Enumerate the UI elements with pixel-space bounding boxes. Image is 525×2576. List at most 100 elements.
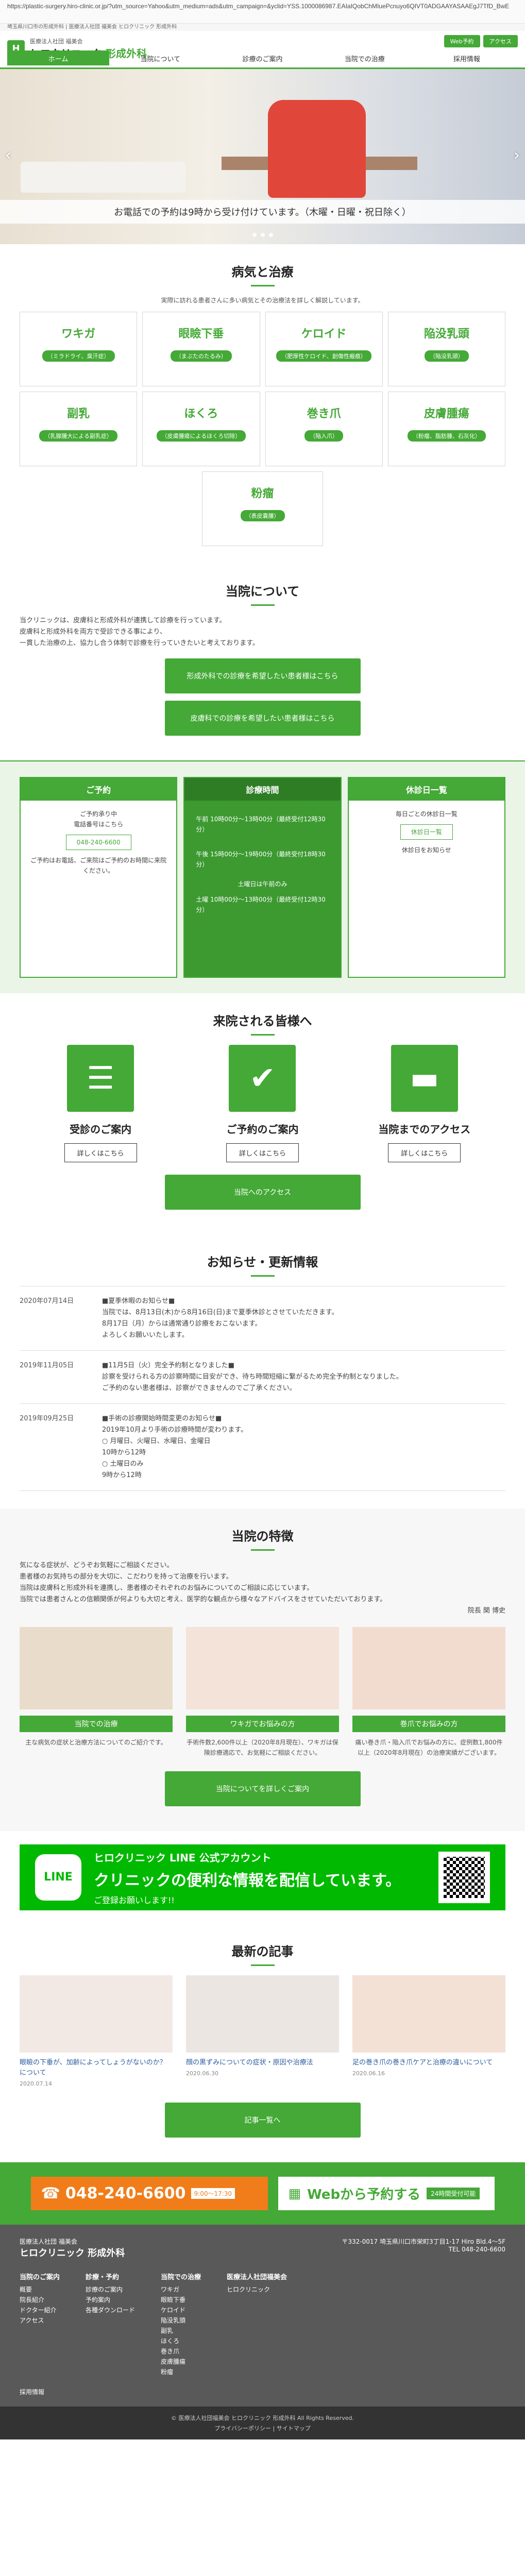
footer-policy-links[interactable]: プライバシーポリシー | サイトマップ bbox=[0, 2424, 525, 2432]
slider-next-icon[interactable]: › bbox=[514, 146, 520, 164]
news-body: ■夏季休暇のお知らせ■ 当院では、8月13日(木)から8月16日(日)まで夏季休… bbox=[102, 1297, 338, 1339]
article-title[interactable]: 足の巻き爪の巻き爪ケアと治療の違いについて bbox=[352, 2058, 505, 2068]
disease-card[interactable]: ケロイド （肥厚性ケロイド、創傷性瘢痕） bbox=[265, 312, 383, 386]
footer-link[interactable]: 院長紹介 bbox=[20, 2295, 60, 2305]
footer-link[interactable]: 副乳 bbox=[161, 2326, 201, 2336]
article-card[interactable]: 顔の黒ずみについての症状・原因や治療法 2020.06.30 bbox=[186, 1975, 339, 2087]
reservation-line: ご予約承り中 bbox=[80, 810, 117, 818]
footer-link[interactable]: 診療のご案内 bbox=[86, 2284, 135, 2295]
footer-recruit-link[interactable]: 採用情報 bbox=[20, 2387, 505, 2396]
footer-link[interactable]: ほくろ bbox=[161, 2336, 201, 2346]
features-paragraph: 当院では患者さんとの信頼関係が何よりも大切と考え、医学的な観点から様々なアドバイ… bbox=[20, 1596, 387, 1603]
reservation-note: ご予約はお電話、ご来院はご予約のお時間に来院ください。 bbox=[30, 857, 167, 874]
about-text: 当クリニックは、皮膚科と形成外科が連携して診療を行っています。 皮膚科と形成外科… bbox=[20, 615, 505, 649]
article-image bbox=[186, 1975, 339, 2053]
visit-detail-button[interactable]: 詳しくはこちら bbox=[64, 1143, 137, 1162]
article-title[interactable]: 顔の黒ずみについての症状・原因や治療法 bbox=[186, 2058, 339, 2068]
footer-link[interactable]: 陥没乳頭 bbox=[161, 2315, 201, 2326]
slider-prev-icon[interactable]: ‹ bbox=[5, 146, 11, 164]
hero-bed-shape bbox=[21, 162, 185, 193]
footer-link[interactable]: ヒロクリニック bbox=[227, 2284, 287, 2295]
line-banner[interactable]: LINE ヒロクリニック LINE 公式アカウント クリニックの便利な情報を配信… bbox=[20, 1844, 505, 1910]
features-section: 当院の特徴 気になる症状が、どうぞお気軽にご相談ください。 患者様のお気持ちの部… bbox=[0, 1509, 525, 1831]
features-author: 院長 関 博史 bbox=[467, 1607, 505, 1615]
nav-home[interactable]: ホーム bbox=[7, 50, 110, 65]
main-nav: ホーム 当院について 診療のご案内 当院での治療 採用情報 bbox=[7, 50, 518, 65]
footer-link[interactable]: 各種ダウンロード bbox=[86, 2305, 135, 2315]
feature-card[interactable]: 当院での治療 主な病気の症状と治療方法についてのご紹介です。 bbox=[20, 1627, 173, 1758]
line-title: ヒロクリニック LINE 公式アカウント bbox=[94, 1851, 272, 1864]
footer-link[interactable]: 粉瘤 bbox=[161, 2367, 201, 2377]
disease-card[interactable]: ほくろ （皮膚腫瘍によるほくろ切除） bbox=[142, 392, 260, 466]
feature-card[interactable]: 巻爪でお悩みの方 痛い巻き爪・陥入爪でお悩みの方に、症例数1,800件以上（20… bbox=[352, 1627, 505, 1758]
article-title[interactable]: 眼瞼の下垂が、加齢によってしょうがないのか？について bbox=[20, 2058, 173, 2078]
info-band: ご予約 ご予約承り中 電話番号はこちら 048-240-6600 ご予約はお電話… bbox=[0, 760, 525, 993]
contact-web[interactable]: ▦ Webから予約する 24時間受付可能 bbox=[278, 2177, 495, 2210]
line-headline: クリニックの便利な情報を配信しています。 bbox=[94, 1871, 401, 1890]
footer-col-head: 当院のご案内 bbox=[20, 2274, 60, 2281]
plastic-surgery-button[interactable]: 形成外科での診療を希望したい患者様はこちら bbox=[164, 658, 361, 693]
nav-treatment[interactable]: 当院での治療 bbox=[314, 50, 416, 65]
features-detail-button[interactable]: 当院についてを詳しくご案内 bbox=[164, 1771, 361, 1806]
feature-caption: ワキガでお悩みの方 bbox=[186, 1716, 339, 1732]
articles-list: 眼瞼の下垂が、加齢によってしょうがないのか？について 2020.07.14 顔の… bbox=[20, 1975, 505, 2087]
footer-link[interactable]: ワキガ bbox=[161, 2284, 201, 2295]
disease-name: 陥没乳頭 bbox=[424, 328, 469, 341]
disease-name: 眼瞼下垂 bbox=[178, 328, 224, 341]
holiday-head: 休診日一覧 bbox=[348, 778, 504, 801]
slider-dot[interactable] bbox=[252, 233, 257, 237]
article-image bbox=[20, 1975, 173, 2053]
feature-card[interactable]: ワキガでお悩みの方 手術件数2,600件以上（2020年8月現在）、ワキガは保険… bbox=[186, 1627, 339, 1758]
footer-link[interactable]: ドクター紹介 bbox=[20, 2305, 60, 2315]
contact-phone[interactable]: ☎ 048-240-6600 9:00〜17:30 bbox=[30, 2177, 268, 2210]
footer-link[interactable]: アクセス bbox=[20, 2315, 60, 2326]
contact-web-label: Webから予約する bbox=[307, 2187, 421, 2202]
access-button[interactable]: アクセス bbox=[483, 35, 518, 47]
news-item: 2019年11月05日 ■11月5日（火）完全予約制となりました■ 診察を受けられ… bbox=[20, 1351, 505, 1404]
browser-url[interactable]: https://plastic-surgery.hiro-clinic.or.j… bbox=[0, 0, 525, 24]
article-list-button[interactable]: 記事一覧へ bbox=[164, 2103, 361, 2138]
reservation-line: 電話番号はこちら bbox=[74, 821, 124, 828]
disease-card[interactable]: 陥没乳頭 （陥没乳頭） bbox=[387, 312, 505, 386]
site-footer: 医療法人社団 福美会 ヒロクリニック 形成外科 〒332-0017 埼玉県川口市… bbox=[0, 2225, 525, 2406]
disease-card[interactable]: 粉瘤 （表皮嚢腫） bbox=[201, 471, 324, 546]
disease-card[interactable]: 眼瞼下垂 （まぶたのたるみ） bbox=[142, 312, 260, 386]
reservation-body: ご予約承り中 電話番号はこちら 048-240-6600 ご予約はお電話、ご来院… bbox=[21, 801, 176, 884]
nav-about[interactable]: 当院について bbox=[109, 50, 211, 65]
article-card[interactable]: 眼瞼の下垂が、加齢によってしょうがないのか？について 2020.07.14 bbox=[20, 1975, 173, 2087]
disease-card[interactable]: 巻き爪 （陥入爪） bbox=[265, 392, 383, 466]
visit-detail-button[interactable]: 詳しくはこちら bbox=[388, 1143, 461, 1162]
footer-link[interactable]: 概要 bbox=[20, 2284, 60, 2295]
nav-recruit[interactable]: 採用情報 bbox=[416, 50, 518, 65]
news-date: 2019年09月25日 bbox=[20, 1415, 74, 1422]
phone-link[interactable]: 048-240-6600 bbox=[65, 835, 131, 850]
web-reserve-button[interactable]: Web予約 bbox=[444, 35, 480, 47]
phone-icon: ☎ bbox=[41, 2184, 60, 2202]
holiday-button[interactable]: 休診日一覧 bbox=[400, 824, 453, 840]
footer-col: 診療・予約 診療のご案内 予約案内 各種ダウンロード bbox=[86, 2272, 135, 2377]
reserve-icon: ✔ bbox=[229, 1045, 296, 1112]
footer-col: 当院での治療 ワキガ 眼瞼下垂 ケロイド 陥没乳頭 副乳 ほくろ 巻き爪 皮膚腫… bbox=[161, 2272, 201, 2377]
visit-detail-button[interactable]: 詳しくはこちら bbox=[226, 1143, 299, 1162]
line-logo-icon: LINE bbox=[35, 1854, 81, 1901]
slider-dot[interactable] bbox=[268, 233, 273, 237]
slider-dots bbox=[0, 231, 525, 239]
nav-guide[interactable]: 診療のご案内 bbox=[211, 50, 313, 65]
footer-col: 当院のご案内 概要 院長紹介 ドクター紹介 アクセス bbox=[20, 2272, 60, 2377]
disease-card[interactable]: 皮膚腫瘍 （粉瘤、脂肪腫、石灰化） bbox=[387, 392, 505, 466]
footer-link[interactable]: 皮膚腫瘍 bbox=[161, 2357, 201, 2367]
disease-card[interactable]: ワキガ （ミラドライ、臭汗症） bbox=[20, 312, 138, 386]
footer-link[interactable]: 眼瞼下垂 bbox=[161, 2295, 201, 2305]
hours-afternoon: 午後 15時00分〜19時00分（最終受付18時30分） bbox=[193, 844, 332, 875]
article-card[interactable]: 足の巻き爪の巻き爪ケアと治療の違いについて 2020.06.16 bbox=[352, 1975, 505, 2087]
slider-dot[interactable] bbox=[260, 233, 265, 237]
disease-tag: （陥入爪） bbox=[304, 430, 344, 442]
footer-link[interactable]: 巻き爪 bbox=[161, 2346, 201, 2357]
site-header: H 医療法人社団 福美会 ヒロクリニック 形成外科 Web予約 アクセス ホーム… bbox=[0, 31, 525, 69]
footer-link[interactable]: 予約案内 bbox=[86, 2295, 135, 2305]
disease-card[interactable]: 副乳 （乳腺腫大による副乳症） bbox=[20, 392, 138, 466]
dermatology-button[interactable]: 皮膚科での診療を希望したい患者様はこちら bbox=[164, 701, 361, 736]
features-paragraph: 患者様のお気持ちの部分を大切に、こだわりを持って治療を行います。 bbox=[20, 1573, 233, 1581]
access-guide-button[interactable]: 当院へのアクセス bbox=[164, 1175, 361, 1210]
footer-link[interactable]: ケロイド bbox=[161, 2305, 201, 2315]
